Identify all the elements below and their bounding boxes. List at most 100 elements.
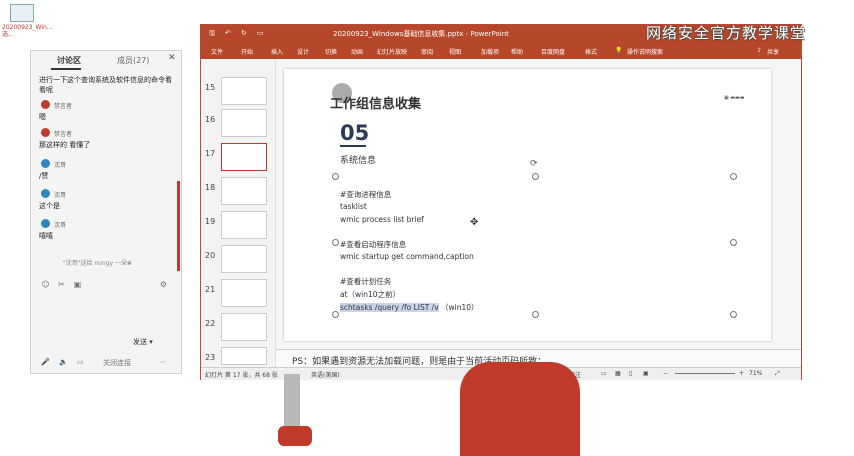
screen-icon[interactable]: ▭ (77, 358, 84, 366)
tab-discussion[interactable]: 讨论区 (57, 55, 81, 66)
chat-username: 禁言者 (54, 103, 73, 110)
background-figure (460, 362, 580, 456)
section-subtitle[interactable]: 系统信息 (340, 153, 376, 166)
divider (340, 145, 366, 147)
thumb-number: 20 (205, 251, 216, 260)
zoom-level[interactable]: 71% (749, 370, 762, 377)
text-suffix: （win10） (441, 303, 479, 312)
ribbon-tab-design[interactable]: 设计 (297, 47, 309, 56)
image-icon[interactable]: ▣ (73, 280, 82, 289)
close-icon[interactable]: ✕ (168, 53, 176, 63)
slide-thumbnail[interactable] (221, 109, 267, 137)
ribbon-tab-slideshow[interactable]: 幻灯片放映 (377, 47, 407, 56)
zoom-slider[interactable] (675, 373, 735, 374)
ribbon-tab-view[interactable]: 视图 (449, 47, 461, 56)
chat-username: 禁言者 (54, 131, 73, 138)
resize-handle[interactable] (730, 173, 737, 180)
rotate-icon[interactable]: ⟳ (530, 159, 538, 169)
slide-thumbnail-selected[interactable] (221, 143, 267, 171)
slide-text-line[interactable]: #查看启动程序信息 (340, 239, 406, 250)
slideshow-view-icon[interactable]: ▣ (643, 370, 649, 377)
ribbon-tabs: 文件 开始 插入 设计 切换 动画 幻灯片放映 审阅 视图 加载项 帮助 百度网… (201, 43, 801, 59)
share-button[interactable]: 共享 (767, 47, 779, 56)
desktop-file-icon[interactable]: 20200923_Win... 选... (2, 0, 53, 40)
avatar (41, 128, 50, 137)
tell-me-search[interactable]: 操作说明搜索 (627, 47, 663, 56)
thumb-number: 22 (205, 319, 216, 328)
slide-thumbnail[interactable] (221, 313, 267, 341)
share-icon[interactable]: ⇪ (757, 47, 762, 54)
powerpoint-window: 🖫 ↶ ↻ ▭ 20200923_Windows基础信息收集.pptx - Po… (200, 24, 802, 380)
chat-message: 进行一下这个查询系统及软件信息的命令看看呢 (39, 76, 172, 94)
slide-thumbnail[interactable] (221, 211, 267, 239)
thumb-number: 15 (205, 83, 216, 92)
resize-handle[interactable] (532, 311, 539, 318)
ribbon-tab-review[interactable]: 审阅 (421, 47, 433, 56)
slide-text-line[interactable]: wmic startup get command,caption (340, 252, 474, 261)
slide-text-line-selected[interactable]: schtasks /query /fo LIST /v （win10） (340, 302, 479, 313)
ribbon-tab-addins[interactable]: 加载项 (481, 47, 499, 56)
ribbon-tab-transitions[interactable]: 切换 (325, 47, 337, 56)
resize-handle[interactable] (532, 173, 539, 180)
slide-thumbnail[interactable] (221, 245, 267, 273)
system-notification: "沈哥"送给 mingy 一朵❀ (63, 260, 133, 267)
present-icon[interactable]: ▭ (257, 29, 264, 37)
slide-text-line[interactable]: #查看计划任务 (340, 276, 391, 287)
reading-view-icon[interactable]: ▯ (629, 370, 632, 377)
selected-text: schtasks /query /fo LIST /v (340, 303, 439, 312)
emoji-icon[interactable]: ☺ (41, 280, 50, 289)
ribbon-tab-animations[interactable]: 动画 (351, 47, 363, 56)
send-label: 发送 (133, 338, 147, 346)
settings-icon[interactable]: ⚙ (159, 280, 168, 289)
microphone-icon[interactable]: 🎤 (41, 358, 50, 366)
speaker-icon[interactable]: 🔈 (59, 358, 68, 366)
zoom-out-icon[interactable]: − (663, 370, 668, 377)
chat-message: /赞 (39, 172, 49, 180)
zoom-in-icon[interactable]: + (739, 370, 744, 377)
resize-handle[interactable] (730, 239, 737, 246)
slide-canvas[interactable]: 工作组信息收集 ▣ ▬▬▬ 05 系统信息 #查询进程信息 tasklist w… (284, 69, 771, 341)
save-icon[interactable]: 🖫 (209, 29, 215, 40)
resize-handle[interactable] (332, 311, 339, 318)
slide-text-line[interactable]: #查询进程信息 (340, 189, 391, 200)
resize-handle[interactable] (332, 239, 339, 246)
slide-text-line[interactable]: wmic process list brief (340, 215, 424, 224)
avatar (41, 189, 50, 198)
sorter-view-icon[interactable]: ▦ (615, 370, 621, 377)
fit-slide-icon[interactable]: ⤢ (775, 370, 780, 378)
disconnect-link[interactable]: 关闭连接 (103, 358, 131, 368)
ribbon-tab-file[interactable]: 文件 (211, 47, 223, 56)
ribbon-tab-help[interactable]: 帮助 (511, 47, 523, 56)
thumb-number: 21 (205, 285, 216, 294)
slide-thumbnail[interactable] (221, 347, 267, 365)
tab-members[interactable]: 成员(27) (117, 55, 149, 66)
resize-handle[interactable] (730, 311, 737, 318)
resize-handle[interactable] (332, 173, 339, 180)
thumb-number: 17 (205, 149, 216, 158)
slide-thumbnail[interactable] (221, 177, 267, 205)
undo-icon[interactable]: ↶ (225, 29, 231, 37)
scissors-icon[interactable]: ✂ (57, 280, 66, 289)
ribbon-tab-format[interactable]: 格式 (585, 47, 597, 56)
ribbon-tab-home[interactable]: 开始 (241, 47, 253, 56)
language-indicator[interactable]: 英语(美国) (311, 370, 340, 379)
scrollbar[interactable] (177, 181, 180, 271)
ribbon-tab-baidu[interactable]: 百度网盘 (541, 47, 565, 56)
normal-view-icon[interactable]: ▭ (601, 370, 607, 377)
ribbon-tab-insert[interactable]: 插入 (271, 47, 283, 56)
section-number[interactable]: 05 (340, 121, 369, 145)
desktop-file-label: 20200923_Win... 选... (2, 24, 53, 38)
slide-thumbnail[interactable] (221, 279, 267, 307)
slide-text-line[interactable]: tasklist (340, 202, 367, 211)
slide-text-line[interactable]: at（win10之前） (340, 289, 400, 300)
chevron-down-icon: ▾ (149, 338, 153, 346)
avatar (41, 100, 50, 109)
chat-message: 这个是 (39, 202, 60, 210)
thumb-number: 23 (205, 353, 216, 362)
more-icon[interactable]: ⋯ (159, 358, 166, 366)
redo-icon[interactable]: ↻ (241, 29, 247, 37)
send-button[interactable]: 发送 ▾ (133, 337, 165, 349)
slide-thumbnail[interactable] (221, 77, 267, 105)
cursor-icon: ✥ (470, 217, 479, 228)
slide-title[interactable]: 工作组信息收集 (330, 93, 421, 112)
